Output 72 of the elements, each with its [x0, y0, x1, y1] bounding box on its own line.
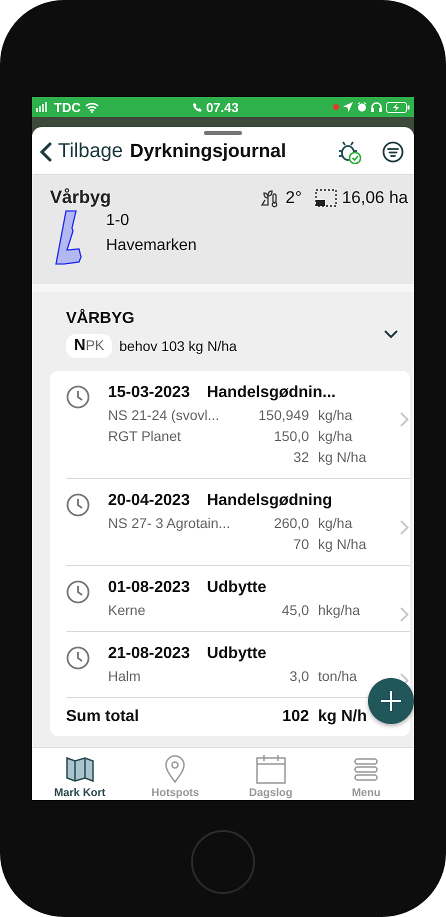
product-amount: 260,0: [272, 514, 309, 533]
product-amount: 45,0: [280, 601, 309, 620]
entry-date: 15-03-2023: [108, 384, 190, 402]
back-chevron-icon: [40, 142, 52, 162]
entry-date: 01-08-2023: [108, 579, 190, 597]
location-arrow-icon: [342, 102, 353, 112]
product-amount: 150,0: [272, 427, 309, 446]
product-name: Kerne: [108, 601, 146, 620]
product-unit: kg/ha: [318, 427, 354, 446]
sum-label: Sum total: [66, 708, 140, 726]
field-crop-name: Vårbyg: [50, 187, 112, 208]
clock-icon: [66, 580, 90, 604]
battery-icon: [386, 102, 410, 112]
chevron-right-icon: [400, 607, 409, 622]
calendar-icon: [256, 754, 286, 784]
product-name: NS 21-24 (svovl...: [108, 406, 220, 425]
product-unit: kg/ha: [318, 514, 354, 533]
filter-icon[interactable]: [382, 140, 404, 162]
phone-icon: [193, 102, 202, 112]
nitrogen-amount: 32: [292, 448, 309, 467]
carrier-label: TDC: [54, 100, 81, 114]
add-button[interactable]: [368, 678, 414, 724]
nitrogen-need: behov 103 kg N/ha: [119, 338, 237, 354]
entry-type: Handelsgødnin...: [206, 384, 336, 402]
alarm-icon: [356, 102, 367, 112]
entry-date: 21-08-2023: [108, 645, 190, 663]
bug-check-icon[interactable]: [338, 140, 362, 164]
product-amount: 3,0: [288, 667, 309, 686]
clock-icon: [66, 646, 90, 670]
journal-entry[interactable]: 20-04-2023 Handelsgødning NS 27- 3 Agrotain... 260,0 kg/ha 70 kg N/ha: [66, 479, 410, 566]
field-location: Havemarken: [106, 237, 197, 255]
clock-icon: [66, 385, 90, 409]
clock-icon: [66, 493, 90, 517]
field-number: 1-0: [106, 212, 130, 230]
sum-unit: kg N/h: [318, 708, 368, 726]
drag-handle[interactable]: [204, 131, 242, 135]
temperature-value: 2°: [286, 188, 302, 208]
product-name: Halm: [108, 667, 142, 686]
nitrogen-unit: kg N/ha: [318, 535, 368, 554]
entry-type: Handelsgødning: [206, 492, 332, 510]
npk-badge: NPK: [66, 334, 112, 358]
area-icon: [314, 188, 337, 208]
sum-amount: 102: [281, 708, 309, 726]
screen-title: Dyrkningsjournal: [130, 140, 288, 162]
signal-icon: [36, 102, 50, 112]
chevron-icon[interactable]: [384, 330, 398, 338]
product-unit: kg/ha: [318, 406, 354, 425]
entry-type: Udbytte: [206, 645, 266, 663]
chevron-right-icon: [400, 412, 409, 427]
tab-bar-item[interactable]: Mark Kort: [40, 748, 120, 800]
plus-icon: [380, 690, 402, 712]
product-amount: 150,949: [257, 406, 309, 425]
nitrogen-unit: kg N/ha: [318, 448, 368, 467]
product-unit: hkg/ha: [318, 601, 362, 620]
entry-type: Udbytte: [206, 579, 266, 597]
entry-date: 20-04-2023: [108, 492, 190, 510]
folded-map-icon: [64, 754, 95, 784]
nitrogen-amount: 70: [292, 535, 309, 554]
area-value: 16,06 ha: [342, 188, 408, 208]
clock-time: 07.43: [206, 100, 239, 114]
back-button[interactable]: Tilbage: [40, 140, 123, 163]
journal-entry[interactable]: 01-08-2023 Udbytte Kerne 45,0 hkg/ha: [66, 566, 410, 632]
headphones-icon: [370, 102, 382, 112]
journal-entry[interactable]: 15-03-2023 Handelsgødnin... NS 21-24 (svovl... 150,949 kg/ha RGT Planet 150,0 kg/ha 32 kg N/ha: [66, 371, 410, 479]
recording-dot-icon: [332, 104, 339, 110]
product-unit: ton/ha: [318, 667, 358, 686]
crop-title: VÅRBYG: [66, 310, 136, 328]
field-shape-icon: [54, 210, 82, 266]
product-name: NS 27- 3 Agrotain...: [108, 514, 232, 533]
product-name: RGT Planet: [108, 427, 182, 446]
chevron-right-icon: [400, 520, 409, 535]
wifi-icon: [84, 102, 99, 112]
